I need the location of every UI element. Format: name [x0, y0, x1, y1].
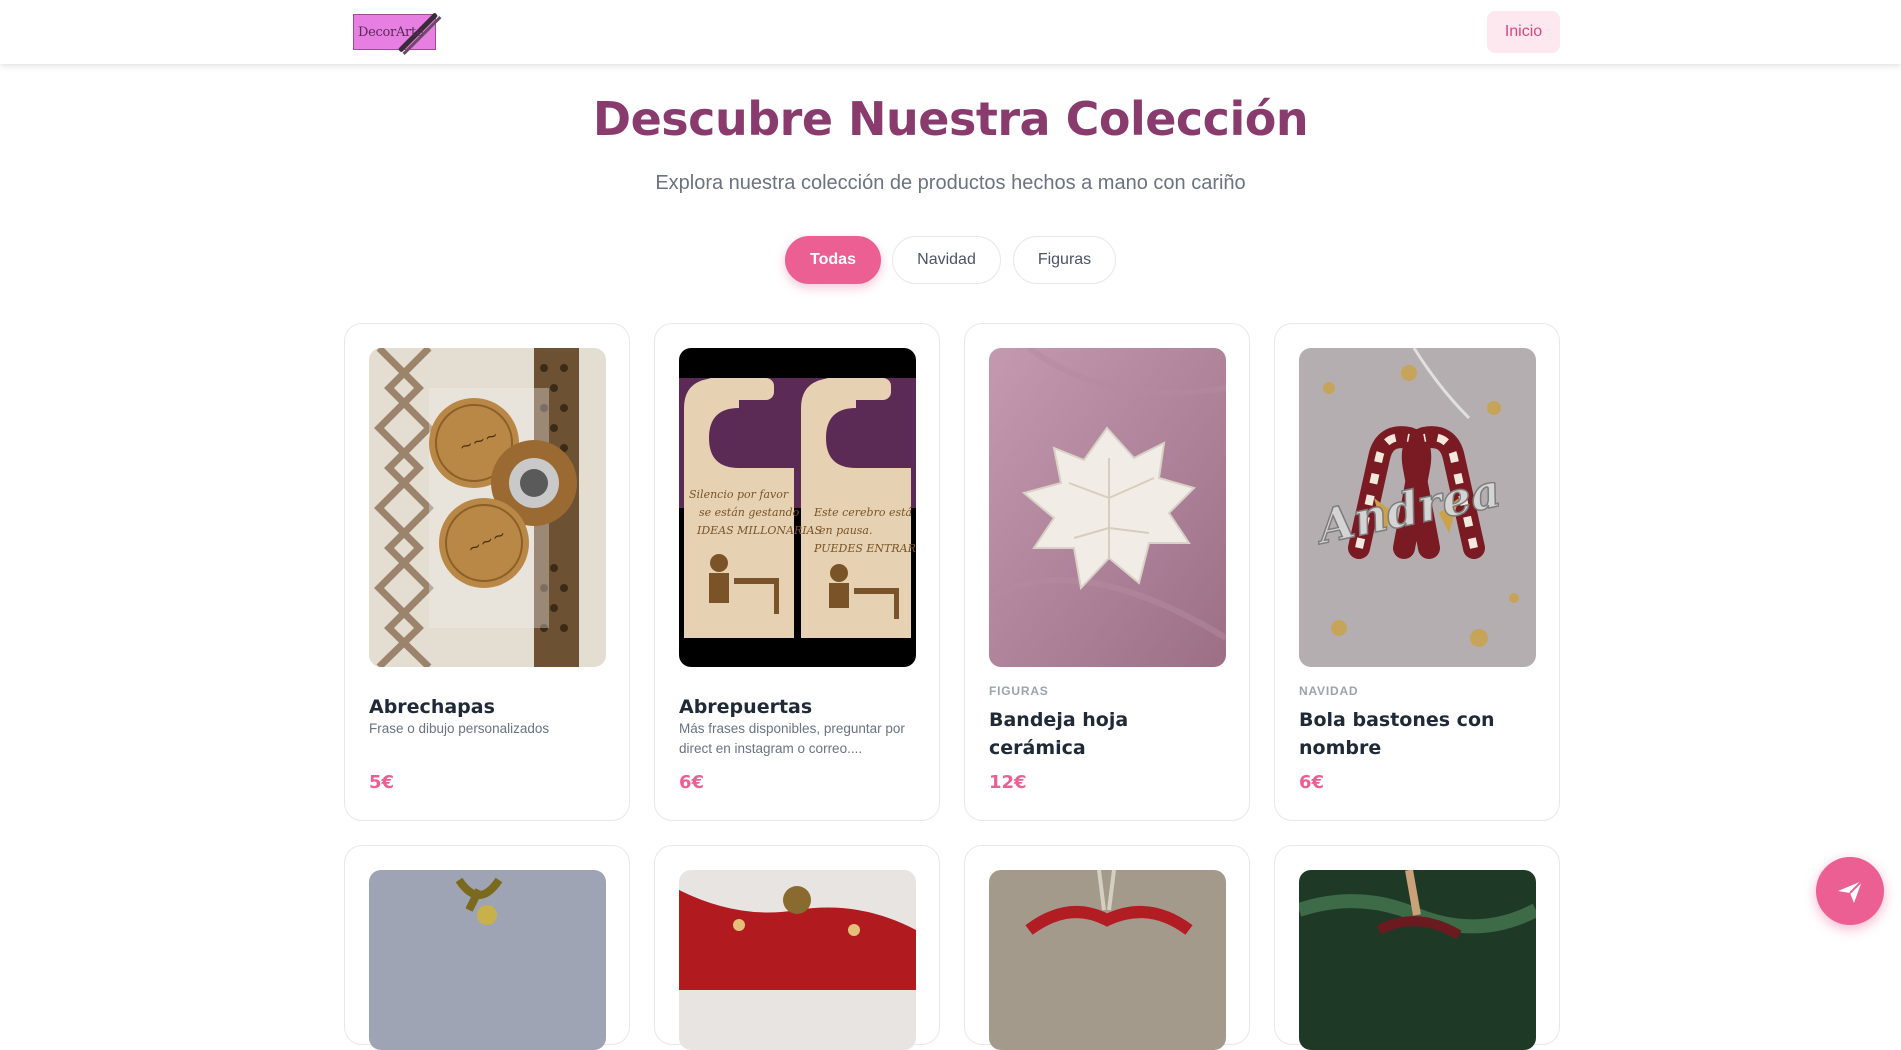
svg-text:Silencio por favor: Silencio por favor — [689, 488, 789, 501]
filter-todas[interactable]: Todas — [785, 236, 881, 284]
filter-figuras[interactable]: Figuras — [1013, 236, 1116, 284]
svg-text:PUEDES ENTRAR: PUEDES ENTRAR — [813, 542, 916, 555]
product-category: NAVIDAD — [1299, 684, 1359, 698]
filter-navidad[interactable]: Navidad — [892, 236, 1001, 284]
product-image[interactable]: Andrea — [1299, 348, 1536, 667]
product-price: 6€ — [679, 772, 705, 793]
product-name: Bandeja hoja cerámica — [989, 709, 1129, 759]
product-image[interactable] — [679, 870, 916, 1050]
logo[interactable]: DecorArte — [352, 10, 442, 56]
send-icon — [1838, 880, 1863, 903]
logo-text: DecorArte — [358, 25, 424, 40]
product-card[interactable] — [1274, 845, 1560, 1050]
product-card[interactable] — [654, 845, 940, 1050]
svg-text:se están gestando: se están gestando — [699, 506, 800, 519]
product-image[interactable] — [989, 348, 1226, 667]
product-description: Más frases disponibles, preguntar por di… — [679, 721, 905, 756]
svg-text:Este cerebro está: Este cerebro está — [813, 506, 912, 519]
product-image[interactable] — [989, 870, 1226, 1050]
product-image[interactable]: ~~~ ~~~ — [369, 348, 606, 667]
nav-inicio-button[interactable]: Inicio — [1487, 11, 1560, 53]
page-title: Descubre Nuestra Colección — [592, 92, 1309, 146]
product-image[interactable]: Silencio por favor se están gestando IDE… — [679, 348, 916, 667]
product-card[interactable]: ~~~ ~~~ Abrechapas Frase o dibujo person… — [344, 323, 630, 821]
svg-text:en pausa.: en pausa. — [819, 524, 872, 537]
product-card[interactable] — [344, 845, 630, 1050]
product-image[interactable] — [369, 870, 606, 1050]
product-price: 5€ — [369, 772, 395, 793]
product-price: 6€ — [1299, 772, 1325, 793]
product-card[interactable]: FIGURAS Bandeja hoja cerámica 12€ — [964, 323, 1250, 821]
svg-text:IDEAS MILLONARIAS: IDEAS MILLONARIAS — [696, 524, 823, 537]
product-price: 12€ — [989, 772, 1027, 793]
product-category: FIGURAS — [989, 684, 1049, 698]
product-description: Frase o dibujo personalizados — [369, 721, 550, 736]
contact-fab-button[interactable] — [1816, 857, 1884, 925]
product-name: Abrechapas — [369, 696, 495, 718]
product-card[interactable] — [964, 845, 1250, 1050]
product-name: Bola bastones con nombre — [1299, 709, 1495, 759]
top-navbar: DecorArte Inicio — [0, 0, 1901, 64]
product-card[interactable]: Andrea NAVIDAD Bola bastones con nombre … — [1274, 323, 1560, 821]
category-filters: Todas Navidad Figuras — [0, 236, 1901, 284]
page-subtitle: Explora nuestra colección de productos h… — [655, 172, 1246, 194]
product-card[interactable]: Silencio por favor se están gestando IDE… — [654, 323, 940, 821]
product-name: Abrepuertas — [679, 696, 813, 718]
product-image[interactable] — [1299, 870, 1536, 1050]
